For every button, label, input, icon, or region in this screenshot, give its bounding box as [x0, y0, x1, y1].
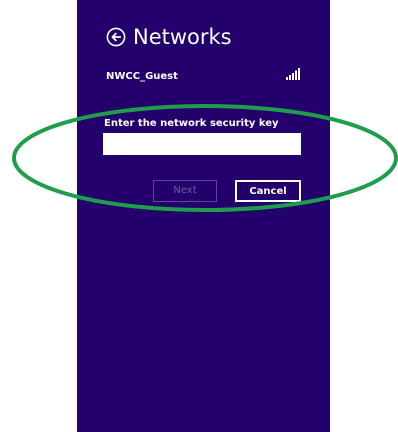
next-button[interactable]: Next	[153, 180, 217, 202]
signal-strength-icon	[286, 68, 300, 80]
security-key-label: Enter the network security key	[104, 118, 279, 129]
back-arrow-circle-icon[interactable]	[106, 27, 126, 47]
screenshot-stage: Networks NWCC_Guest Enter the network se…	[0, 0, 398, 432]
networks-pane	[77, 0, 330, 432]
page-title: Networks	[133, 25, 232, 49]
security-key-input[interactable]	[103, 133, 301, 155]
network-name: NWCC_Guest	[106, 71, 178, 82]
cancel-button[interactable]: Cancel	[235, 180, 301, 202]
